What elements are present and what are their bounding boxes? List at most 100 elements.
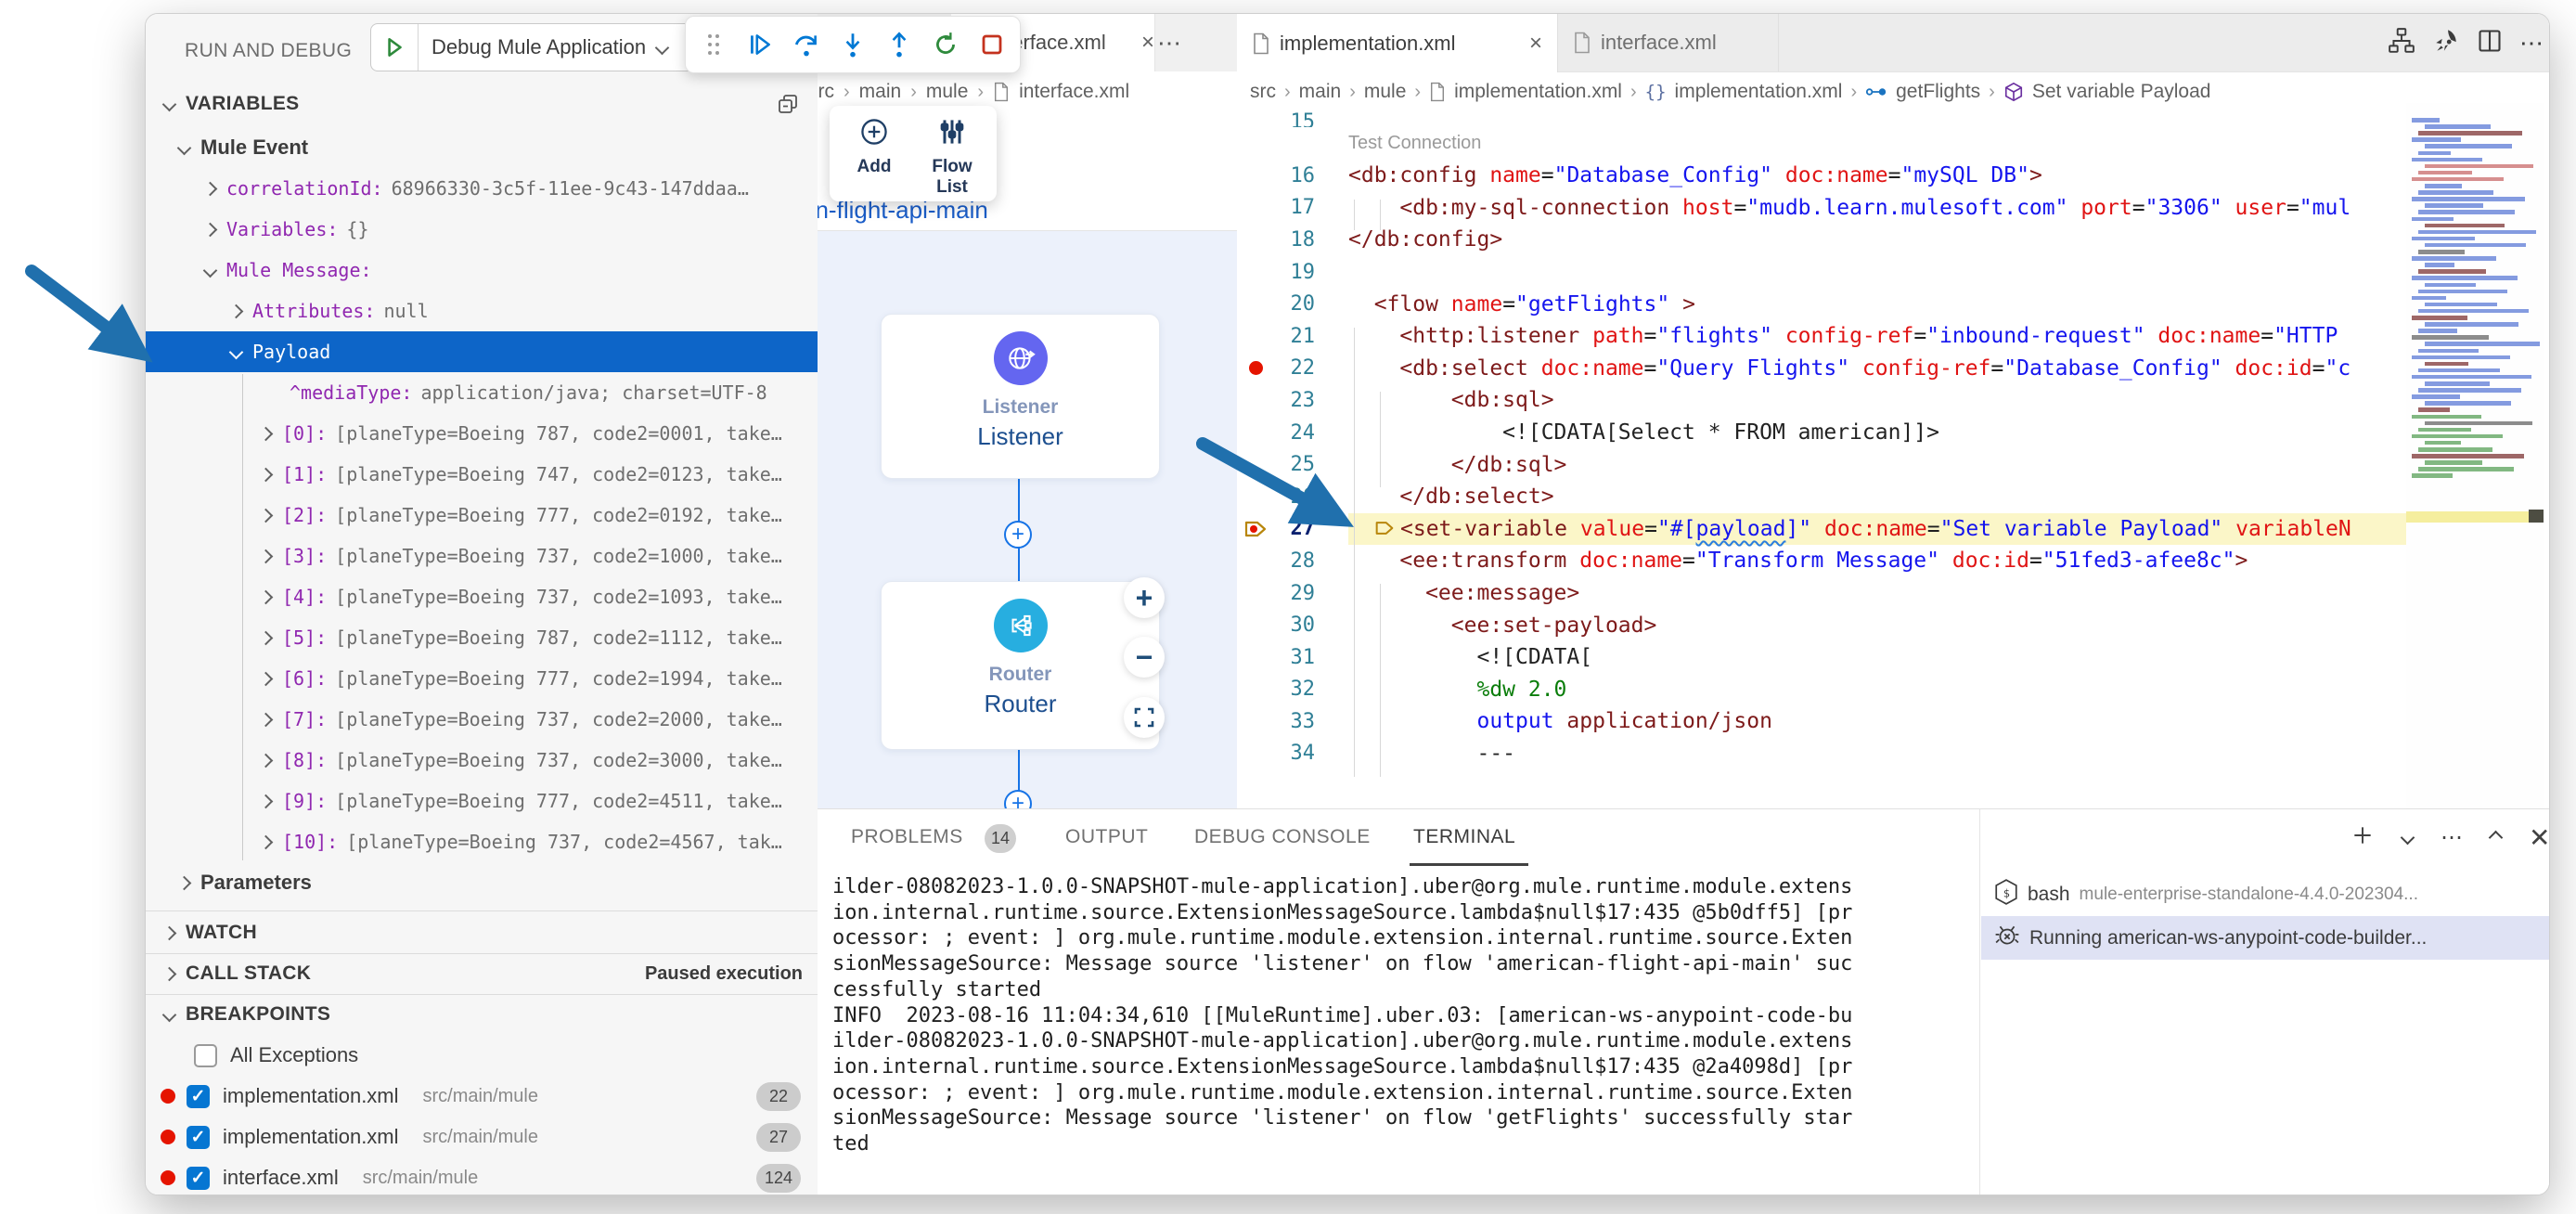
variables-tree-row[interactable]: Payload <box>146 331 818 372</box>
code-line[interactable]: 20 <flow name="getFlights" > <box>1237 288 2406 320</box>
code-line[interactable]: 32 %dw 2.0 <box>1237 674 2406 706</box>
variables-tree-row[interactable]: [0]: [planeType=Boeing 787, code2=0001, t… <box>146 413 818 454</box>
code-line[interactable]: 26 </db:select> <box>1237 481 2406 513</box>
variables-tree-row[interactable]: Mule Message: <box>146 250 818 291</box>
maximize-panel-icon[interactable] <box>2488 830 2504 846</box>
breakpoint-checkbox[interactable]: ✓ <box>187 1084 210 1108</box>
fit-to-screen-button[interactable] <box>1124 697 1165 738</box>
terminal-dropdown-icon[interactable] <box>2400 830 2415 846</box>
variables-tree-row[interactable]: [1]: [planeType=Boeing 747, code2=0123, t… <box>146 454 818 495</box>
chevron-right-icon[interactable] <box>258 508 274 523</box>
start-debug-icon[interactable] <box>371 35 418 59</box>
chevron-right-icon[interactable] <box>228 304 244 318</box>
tab-debug-console[interactable]: DEBUG CONSOLE <box>1194 826 1371 848</box>
breakpoint-row[interactable]: ✓ implementation.xml src/main/mule 27 <box>146 1117 818 1157</box>
run-deploy-icon[interactable] <box>2432 27 2460 59</box>
stop-button[interactable] <box>973 26 1011 63</box>
minimap[interactable] <box>2406 103 2544 808</box>
drag-grip-icon[interactable] <box>695 26 732 63</box>
router-node[interactable]: Router Router <box>881 581 1160 750</box>
variables-tree-row[interactable]: [3]: [planeType=Boeing 737, code2=1000, t… <box>146 536 818 576</box>
add-node-button[interactable]: Add <box>837 117 911 177</box>
variables-tree-row[interactable]: ^mediaType: application/java; charset=UTF… <box>146 372 818 413</box>
launch-config-picker[interactable]: Debug Mule Application <box>370 23 695 71</box>
continue-button[interactable] <box>741 26 779 63</box>
chevron-right-icon[interactable] <box>258 467 274 482</box>
breakpoint-checkbox[interactable]: ✓ <box>187 1166 210 1190</box>
code-line[interactable]: 34 --- <box>1237 738 2406 770</box>
session-name[interactable]: Running american-ws-anypoint-code-builde… <box>2029 927 2427 949</box>
tab-output[interactable]: OUTPUT <box>1065 826 1148 848</box>
chevron-down-icon[interactable] <box>654 40 670 55</box>
tab-problems[interactable]: PROBLEMS <box>851 826 963 848</box>
collapse-all-icon[interactable] <box>777 93 799 115</box>
code-area[interactable]: 15 Test Connection 16 <db:config name="Data… <box>1237 103 2406 808</box>
variables-tree-row[interactable]: [6]: [planeType=Boeing 777, code2=1994, t… <box>146 658 818 699</box>
code-line[interactable]: 18 </db:config> <box>1237 224 2406 256</box>
chevron-right-icon[interactable] <box>161 966 177 981</box>
code-line[interactable]: 21 <http:listener path="flights" config-… <box>1237 320 2406 353</box>
variables-tree-row[interactable]: [10]: [planeType=Boeing 737, code2=4567, … <box>146 821 818 862</box>
terminal-session-row[interactable]: $ bash mule-enterprise-standalone-4.4.0-20… <box>1981 872 2549 916</box>
variables-tree-row[interactable]: [9]: [planeType=Boeing 777, code2=4511, t… <box>146 781 818 821</box>
watch-section-header[interactable]: WATCH <box>146 912 818 953</box>
chevron-right-icon[interactable] <box>258 753 274 768</box>
code-line[interactable]: 23 <db:sql> <box>1237 384 2406 417</box>
zoom-out-button[interactable]: − <box>1124 637 1165 678</box>
add-step-icon[interactable]: + <box>1004 521 1032 549</box>
breadcrumb-item[interactable]: implementation.xml <box>1454 81 1622 103</box>
breakpoint-checkbox[interactable]: ✓ <box>187 1125 210 1149</box>
chevron-right-icon[interactable] <box>161 925 177 940</box>
terminal-session-row[interactable]: Running american-ws-anypoint-code-builde… <box>1981 916 2549 960</box>
restart-button[interactable] <box>927 26 964 63</box>
step-into-button[interactable] <box>834 26 871 63</box>
breadcrumb-item[interactable]: main <box>1299 81 1342 103</box>
chevron-right-icon[interactable] <box>258 712 274 727</box>
code-line[interactable]: 19 <box>1237 256 2406 289</box>
chevron-right-icon[interactable] <box>202 181 218 196</box>
breadcrumb-item[interactable]: src <box>818 81 834 103</box>
breadcrumb-item[interactable]: src <box>1250 81 1276 103</box>
variables-tree-row[interactable]: [4]: [planeType=Boeing 737, code2=1093, t… <box>146 576 818 617</box>
breadcrumb-item[interactable]: implementation.xml <box>1675 81 1843 103</box>
code-line[interactable]: 31 <![CDATA[ <box>1237 641 2406 674</box>
close-icon[interactable]: × <box>1529 31 1542 57</box>
breakpoint-dot-icon[interactable] <box>1248 361 1263 376</box>
all-exceptions-checkbox[interactable] <box>194 1043 217 1067</box>
terminal-output[interactable]: ilder-08082023-1.0.0-SNAPSHOT-mule-appli… <box>832 874 1974 1157</box>
chevron-right-icon[interactable] <box>258 671 274 686</box>
breakpoints-list[interactable]: ✓ implementation.xml src/main/mule 22 ✓ imple… <box>146 1076 818 1195</box>
variables-tree-row[interactable]: Mule Event <box>146 127 818 168</box>
close-panel-icon[interactable]: ✕ <box>2529 822 2549 853</box>
code-line[interactable]: 30 <ee:set-payload> <box>1237 609 2406 641</box>
chevron-down-icon[interactable] <box>176 140 192 155</box>
all-exceptions-row[interactable]: All Exceptions <box>146 1035 818 1076</box>
code-line[interactable]: 22 <db:select doc:name="Query Flights" c… <box>1237 353 2406 385</box>
chevron-right-icon[interactable] <box>258 630 274 645</box>
variables-tree-row[interactable]: Variables: {} <box>146 209 818 250</box>
code-line[interactable]: 24 <![CDATA[Select * FROM american]]> <box>1237 417 2406 449</box>
breakpoints-section-header[interactable]: BREAKPOINTS <box>146 994 818 1035</box>
variables-section-header[interactable]: VARIABLES <box>146 90 818 118</box>
code-line[interactable]: 15 <box>1237 103 2406 128</box>
chevron-right-icon[interactable] <box>202 222 218 237</box>
variables-tree-row[interactable]: correlationId: 68966330-3c5f-11ee-9c43-14… <box>146 168 818 209</box>
canvas-view-icon[interactable] <box>2388 27 2415 59</box>
chevron-right-icon[interactable] <box>176 875 192 890</box>
listener-node[interactable]: Listener Listener <box>881 314 1160 479</box>
flow-list-button[interactable]: Flow List <box>915 117 989 198</box>
chevron-down-icon[interactable] <box>202 263 218 278</box>
tab-implementation-xml[interactable]: implementation.xml × <box>1237 14 1558 72</box>
code-line[interactable]: 27 <set-variable value="#[payload]" doc:n… <box>1237 512 2406 546</box>
more-actions-icon[interactable]: ⋯ <box>2519 29 2544 58</box>
step-over-button[interactable] <box>788 26 825 63</box>
breadcrumb-item[interactable]: mule <box>1364 81 1407 103</box>
call-stack-section-header[interactable]: CALL STACK Paused execution <box>146 953 818 994</box>
chevron-right-icon[interactable] <box>258 834 274 849</box>
chevron-right-icon[interactable] <box>258 794 274 808</box>
variables-tree-row[interactable]: [8]: [planeType=Boeing 737, code2=3000, t… <box>146 740 818 781</box>
add-step-icon[interactable]: + <box>1004 790 1032 808</box>
variables-tree-row[interactable]: Parameters <box>146 862 818 903</box>
tab-terminal[interactable]: TERMINAL <box>1413 826 1515 848</box>
split-editor-icon[interactable] <box>2477 28 2503 58</box>
